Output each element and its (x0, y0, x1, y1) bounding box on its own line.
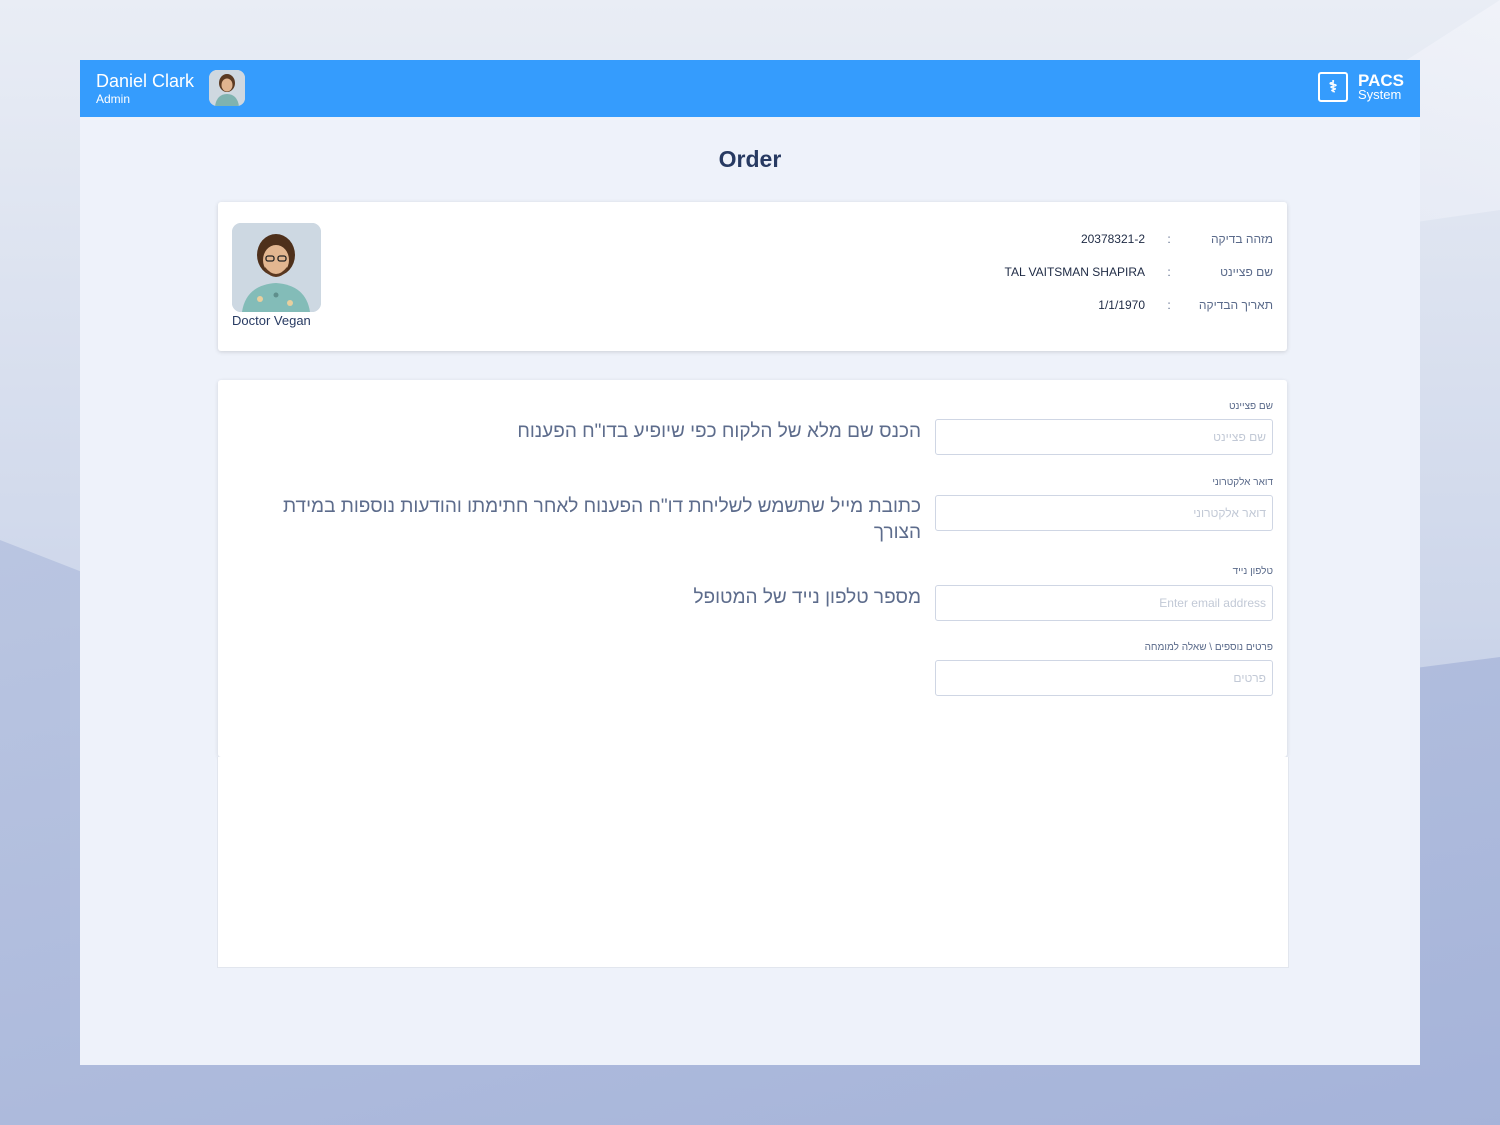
app-logo[interactable]: ⚕ PACS System (1318, 72, 1404, 102)
exam-info-card: Doctor Vegan מזהה בדיקה : 20378321-2 שם … (218, 202, 1287, 351)
separator: : (1167, 298, 1171, 312)
mobile-phone-field-label: טלפון נייד (1232, 566, 1273, 577)
user-info[interactable]: Daniel Clark Admin (96, 71, 194, 107)
separator: : (1167, 232, 1171, 246)
logo-title: PACS (1358, 71, 1404, 90)
order-form: שם פציינט הכנס שם מלא של הלקוח כפי שיופי… (218, 380, 1287, 757)
exam-date-value: 1/1/1970 (1098, 298, 1145, 312)
app-window: Daniel Clark Admin ⚕ PACS System Order D… (80, 60, 1420, 1065)
patient-name-value: TAL VAITSMAN SHAPIRA (1004, 265, 1145, 279)
exam-date-row: תאריך הבדיקה : 1/1/1970 (1098, 298, 1273, 312)
exam-id-row: מזהה בדיקה : 20378321-2 (1081, 232, 1273, 246)
details-input[interactable] (935, 660, 1273, 696)
medical-document-icon: ⚕ (1318, 72, 1349, 102)
doctor-photo (232, 223, 321, 312)
exam-id-label: מזהה בדיקה (1210, 232, 1273, 246)
patient-name-input[interactable] (935, 419, 1273, 455)
email-hint: כתובת מייל שתשמש לשליחת דו"ח הפענוח לאחר… (283, 496, 921, 543)
user-avatar[interactable] (209, 70, 245, 106)
patient-name-label: שם פציינט (1220, 265, 1273, 279)
doctor-name: Doctor Vegan (232, 313, 311, 328)
patient-name-hint: הכנס שם מלא של הלקוח כפי שיופיע בדו"ח הפ… (517, 421, 921, 442)
exam-date-label: תאריך הבדיקה (1198, 298, 1273, 312)
user-name: Daniel Clark (96, 71, 195, 91)
separator: : (1167, 265, 1171, 279)
logo-subtitle: System (1358, 87, 1402, 102)
exam-id-value: 20378321-2 (1080, 232, 1145, 246)
details-field-label: פרטים נוספים \ שאלה למומחה (1144, 642, 1273, 653)
email-input[interactable] (935, 495, 1273, 531)
email-field-label: דואר אלקטרוני (1212, 477, 1273, 488)
patient-name-field-label: שם פציינט (1228, 401, 1273, 412)
page-title: Order (718, 146, 782, 172)
top-bar: Daniel Clark Admin ⚕ PACS System (80, 60, 1420, 117)
form-extension-panel (217, 757, 1289, 968)
patient-name-row: שם פציינט : TAL VAITSMAN SHAPIRA (1005, 265, 1273, 279)
user-role: Admin (96, 92, 131, 106)
mobile-phone-input[interactable] (935, 585, 1273, 621)
mobile-phone-hint: מספר טלפון נייד של המטופל (693, 587, 921, 608)
